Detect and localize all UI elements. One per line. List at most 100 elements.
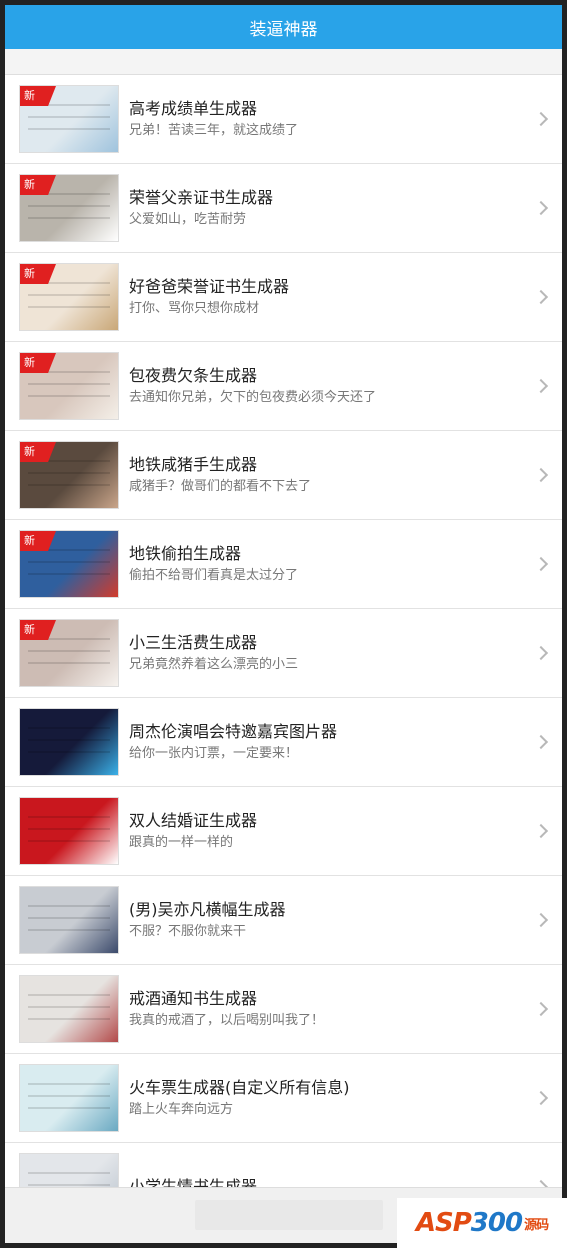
item-texts: 地铁咸猪手生成器咸猪手？做哥们的都看不下去了: [129, 454, 562, 497]
item-subtitle: 咸猪手？做哥们的都看不下去了: [129, 478, 312, 494]
item-texts: (男)吴亦凡横幅生成器不服？不服你就来干: [129, 899, 562, 942]
top-header: 装逼神器: [5, 5, 562, 49]
list-item[interactable]: 戒酒通知书生成器我真的戒酒了，以后喝别叫我了！: [5, 965, 562, 1054]
item-subtitle: 不服？不服你就来干: [129, 923, 247, 939]
item-thumbnail: 新: [19, 441, 119, 509]
item-texts: 高考成绩单生成器 兄弟！苦读三年，就这成绩了: [129, 98, 562, 141]
thumbnail-image: [20, 887, 118, 953]
item-title: 周杰伦演唱会特邀嘉宾图片器: [129, 721, 338, 741]
thumbnail-detail: [28, 205, 110, 207]
item-subtitle: 给你一张内订票，一定要来！: [129, 745, 299, 761]
item-thumbnail: [19, 1064, 119, 1132]
item-thumbnail: 新: [19, 85, 119, 153]
item-thumbnail: [19, 975, 119, 1043]
item-thumbnail: [19, 797, 119, 865]
thumbnail-detail: [28, 650, 110, 652]
item-subtitle: 去通知你兄弟，欠下的包夜费必须今天还了: [129, 389, 377, 405]
item-thumbnail: 新: [19, 530, 119, 598]
bottom-placeholder-bar: [195, 1200, 383, 1230]
list-item[interactable]: 新地铁咸猪手生成器咸猪手？做哥们的都看不下去了: [5, 431, 562, 520]
list-item[interactable]: 新好爸爸荣誉证书生成器打你、骂你只想你成材: [5, 253, 562, 342]
thumbnail-image: [20, 1065, 118, 1131]
app-frame: 装逼神器 新高考成绩单生成器 兄弟！苦读三年，就这成绩了新荣誉父亲证书生成器 父爱如…: [5, 5, 562, 1243]
thumbnail-detail: [28, 383, 110, 385]
item-texts: 地铁偷拍生成器偷拍不给哥们看真是太过分了: [129, 543, 562, 586]
item-texts: 周杰伦演唱会特邀嘉宾图片器给你一张内订票，一定要来！: [129, 721, 562, 764]
thumbnail-detail: [28, 472, 110, 474]
item-title: 荣誉父亲证书生成器: [129, 187, 274, 207]
site-watermark-logo: ASP 300 源码: [397, 1198, 567, 1248]
item-texts: 双人结婚证生成器跟真的一样一样的: [129, 810, 562, 853]
item-texts: 好爸爸荣誉证书生成器打你、骂你只想你成材: [129, 276, 562, 319]
item-title: 包夜费欠条生成器: [129, 365, 258, 385]
item-thumbnail: [19, 708, 119, 776]
watermark-brand-number: 300: [470, 1208, 523, 1238]
thumbnail-detail: [28, 395, 110, 397]
item-subtitle: 我真的戒酒了，以后喝别叫我了！: [129, 1012, 325, 1028]
thumbnail-detail: [28, 905, 110, 907]
list-item[interactable]: 新荣誉父亲证书生成器 父爱如山，吃苦耐劳: [5, 164, 562, 253]
item-title: 地铁偷拍生成器: [129, 543, 242, 563]
list-item[interactable]: 火车票生成器(自定义所有信息) 踏上火车奔向远方: [5, 1054, 562, 1143]
thumbnail-detail: [28, 1006, 110, 1008]
list-item[interactable]: 新高考成绩单生成器 兄弟！苦读三年，就这成绩了: [5, 75, 562, 164]
thumbnail-detail: [28, 751, 110, 753]
item-subtitle: 打你、骂你只想你成材: [129, 300, 260, 316]
item-title: 小三生活费生成器: [129, 632, 258, 652]
item-subtitle: 偷拍不给哥们看真是太过分了: [129, 567, 299, 583]
thumbnail-detail: [28, 217, 110, 219]
thumbnail-detail: [28, 561, 110, 563]
thumbnail-image: [20, 976, 118, 1042]
thumbnail-detail: [28, 1083, 110, 1085]
thumbnail-detail: [28, 116, 110, 118]
list-item[interactable]: (男)吴亦凡横幅生成器不服？不服你就来干: [5, 876, 562, 965]
thumbnail-detail: [28, 306, 110, 308]
thumbnail-detail: [28, 1018, 110, 1020]
item-title: 双人结婚证生成器: [129, 810, 258, 830]
thumbnail-detail: [28, 929, 110, 931]
thumbnail-detail: [28, 917, 110, 919]
item-texts: 小三生活费生成器兄弟竟然养着这么漂亮的小三: [129, 632, 562, 675]
item-title: 火车票生成器(自定义所有信息): [129, 1077, 350, 1097]
item-thumbnail: [19, 886, 119, 954]
item-texts: 戒酒通知书生成器我真的戒酒了，以后喝别叫我了！: [129, 988, 562, 1031]
thumbnail-image: [20, 709, 118, 775]
thumbnail-image: [20, 798, 118, 864]
list-item[interactable]: 新小三生活费生成器兄弟竟然养着这么漂亮的小三: [5, 609, 562, 698]
watermark-suffix: 源码: [524, 1217, 549, 1233]
item-subtitle: 跟真的一样一样的: [129, 834, 234, 850]
item-title: (男)吴亦凡横幅生成器: [129, 899, 286, 919]
list-item[interactable]: 双人结婚证生成器跟真的一样一样的: [5, 787, 562, 876]
thumbnail-detail: [28, 1184, 110, 1186]
thumbnail-detail: [28, 828, 110, 830]
thumbnail-detail: [28, 294, 110, 296]
thumbnail-detail: [28, 840, 110, 842]
watermark-brand: ASP: [415, 1208, 472, 1238]
list-item[interactable]: 新地铁偷拍生成器偷拍不给哥们看真是太过分了: [5, 520, 562, 609]
item-thumbnail: 新: [19, 619, 119, 687]
page-title: 装逼神器: [249, 19, 318, 40]
list-item[interactable]: 新包夜费欠条生成器去通知你兄弟，欠下的包夜费必须今天还了: [5, 342, 562, 431]
item-thumbnail: 新: [19, 352, 119, 420]
thumbnail-detail: [28, 573, 110, 575]
item-title: 好爸爸荣誉证书生成器: [129, 276, 290, 296]
item-texts: 火车票生成器(自定义所有信息) 踏上火车奔向远方: [129, 1077, 562, 1120]
item-title: 地铁咸猪手生成器: [129, 454, 258, 474]
thumbnail-detail: [28, 662, 110, 664]
thumbnail-detail: [28, 128, 110, 130]
thumbnail-detail: [28, 739, 110, 741]
item-thumbnail: 新: [19, 263, 119, 331]
thumbnail-detail: [28, 994, 110, 996]
item-thumbnail: 新: [19, 174, 119, 242]
item-texts: 荣誉父亲证书生成器 父爱如山，吃苦耐劳: [129, 187, 562, 230]
item-texts: 包夜费欠条生成器去通知你兄弟，欠下的包夜费必须今天还了: [129, 365, 562, 408]
thumbnail-detail: [28, 1107, 110, 1109]
thumbnail-detail: [28, 727, 110, 729]
item-subtitle: 踏上火车奔向远方: [129, 1101, 234, 1117]
item-subtitle: 兄弟竟然养着这么漂亮的小三: [129, 656, 299, 672]
list-item[interactable]: 周杰伦演唱会特邀嘉宾图片器给你一张内订票，一定要来！: [5, 698, 562, 787]
header-spacer: [5, 49, 562, 75]
item-title: 戒酒通知书生成器: [129, 988, 258, 1008]
item-title: 高考成绩单生成器: [129, 98, 258, 118]
thumbnail-detail: [28, 1172, 110, 1174]
